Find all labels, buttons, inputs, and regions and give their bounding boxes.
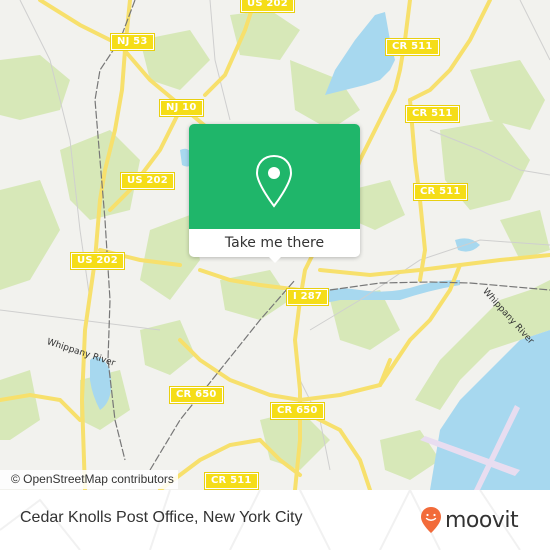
road-shield-us202-mid: US 202	[121, 173, 174, 189]
moovit-face-pin-icon	[421, 507, 441, 533]
road-shield-cr650-a: CR 650	[170, 387, 223, 403]
map-pin-icon	[255, 154, 293, 208]
location-popup[interactable]: Take me there	[189, 124, 360, 263]
road-shield-i287: I 287	[287, 289, 329, 305]
take-me-there-button[interactable]: Take me there	[189, 229, 360, 257]
road-shield-us202-low: US 202	[71, 253, 124, 269]
road-shield-cr511-c: CR 511	[414, 184, 467, 200]
popup-header[interactable]	[189, 124, 360, 229]
place-title: Cedar Knolls Post Office, New York City	[20, 509, 303, 526]
road-shield-cr511-b: CR 511	[406, 106, 459, 122]
road-shield-cr511-a: CR 511	[386, 39, 439, 55]
road-shield-nj53: NJ 53	[111, 34, 154, 50]
footer-bar: Cedar Knolls Post Office, New York City …	[0, 490, 550, 550]
moovit-logo[interactable]: moovit	[420, 505, 519, 535]
road-shield-us202-top: US 202	[241, 0, 294, 12]
popup-pointer	[268, 256, 282, 263]
road-shield-cr511-d: CR 511	[205, 473, 258, 489]
road-shield-cr650-b: CR 650	[271, 403, 324, 419]
map-attribution[interactable]: © OpenStreetMap contributors	[0, 470, 178, 489]
map-view[interactable]: US 202 NJ 53 NJ 10 CR 511 CR 511 US 202 …	[0, 0, 550, 490]
moovit-wordmark: moovit	[445, 507, 519, 533]
road-shield-nj10: NJ 10	[160, 100, 203, 116]
